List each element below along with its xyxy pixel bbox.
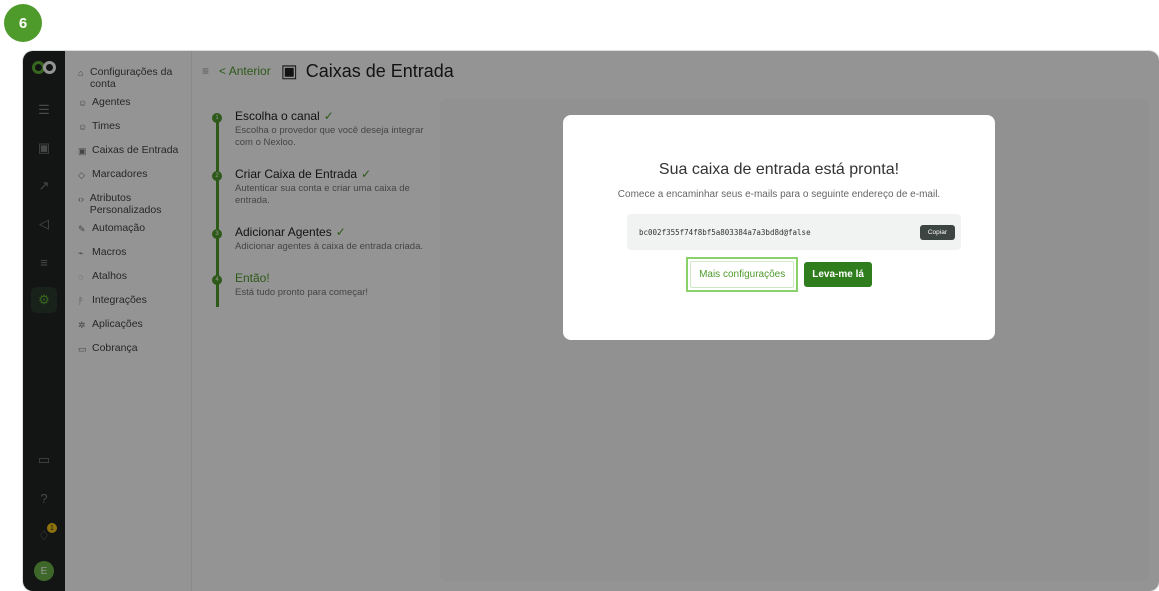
forwarding-address-box: bc002f355f74f8bf5a803384a7a3bd8d@false C…: [627, 214, 961, 250]
step-number-badge: 6: [4, 4, 42, 42]
take-me-there-button[interactable]: Leva-me lá: [804, 262, 872, 287]
more-settings-button[interactable]: Mais configurações: [690, 261, 795, 288]
inbox-ready-modal: Sua caixa de entrada está pronta! Comece…: [563, 115, 995, 340]
modal-backdrop[interactable]: Sua caixa de entrada está pronta! Comece…: [23, 51, 1159, 591]
highlight-box: Mais configurações: [686, 257, 799, 292]
modal-title: Sua caixa de entrada está pronta!: [658, 161, 900, 178]
forwarding-address: bc002f355f74f8bf5a803384a7a3bd8d@false: [639, 227, 811, 237]
modal-description: Comece a encaminhar seus e-mails para o …: [617, 189, 941, 200]
app-window: ☰ ▣ ↗ ◁ ≡ ⚙ ▭ ? ♢ 1 E ⌂ Configurações da c…: [23, 51, 1159, 591]
copy-button[interactable]: Copiar: [919, 224, 955, 240]
modal-actions: Mais configurações Leva-me lá: [563, 257, 995, 292]
